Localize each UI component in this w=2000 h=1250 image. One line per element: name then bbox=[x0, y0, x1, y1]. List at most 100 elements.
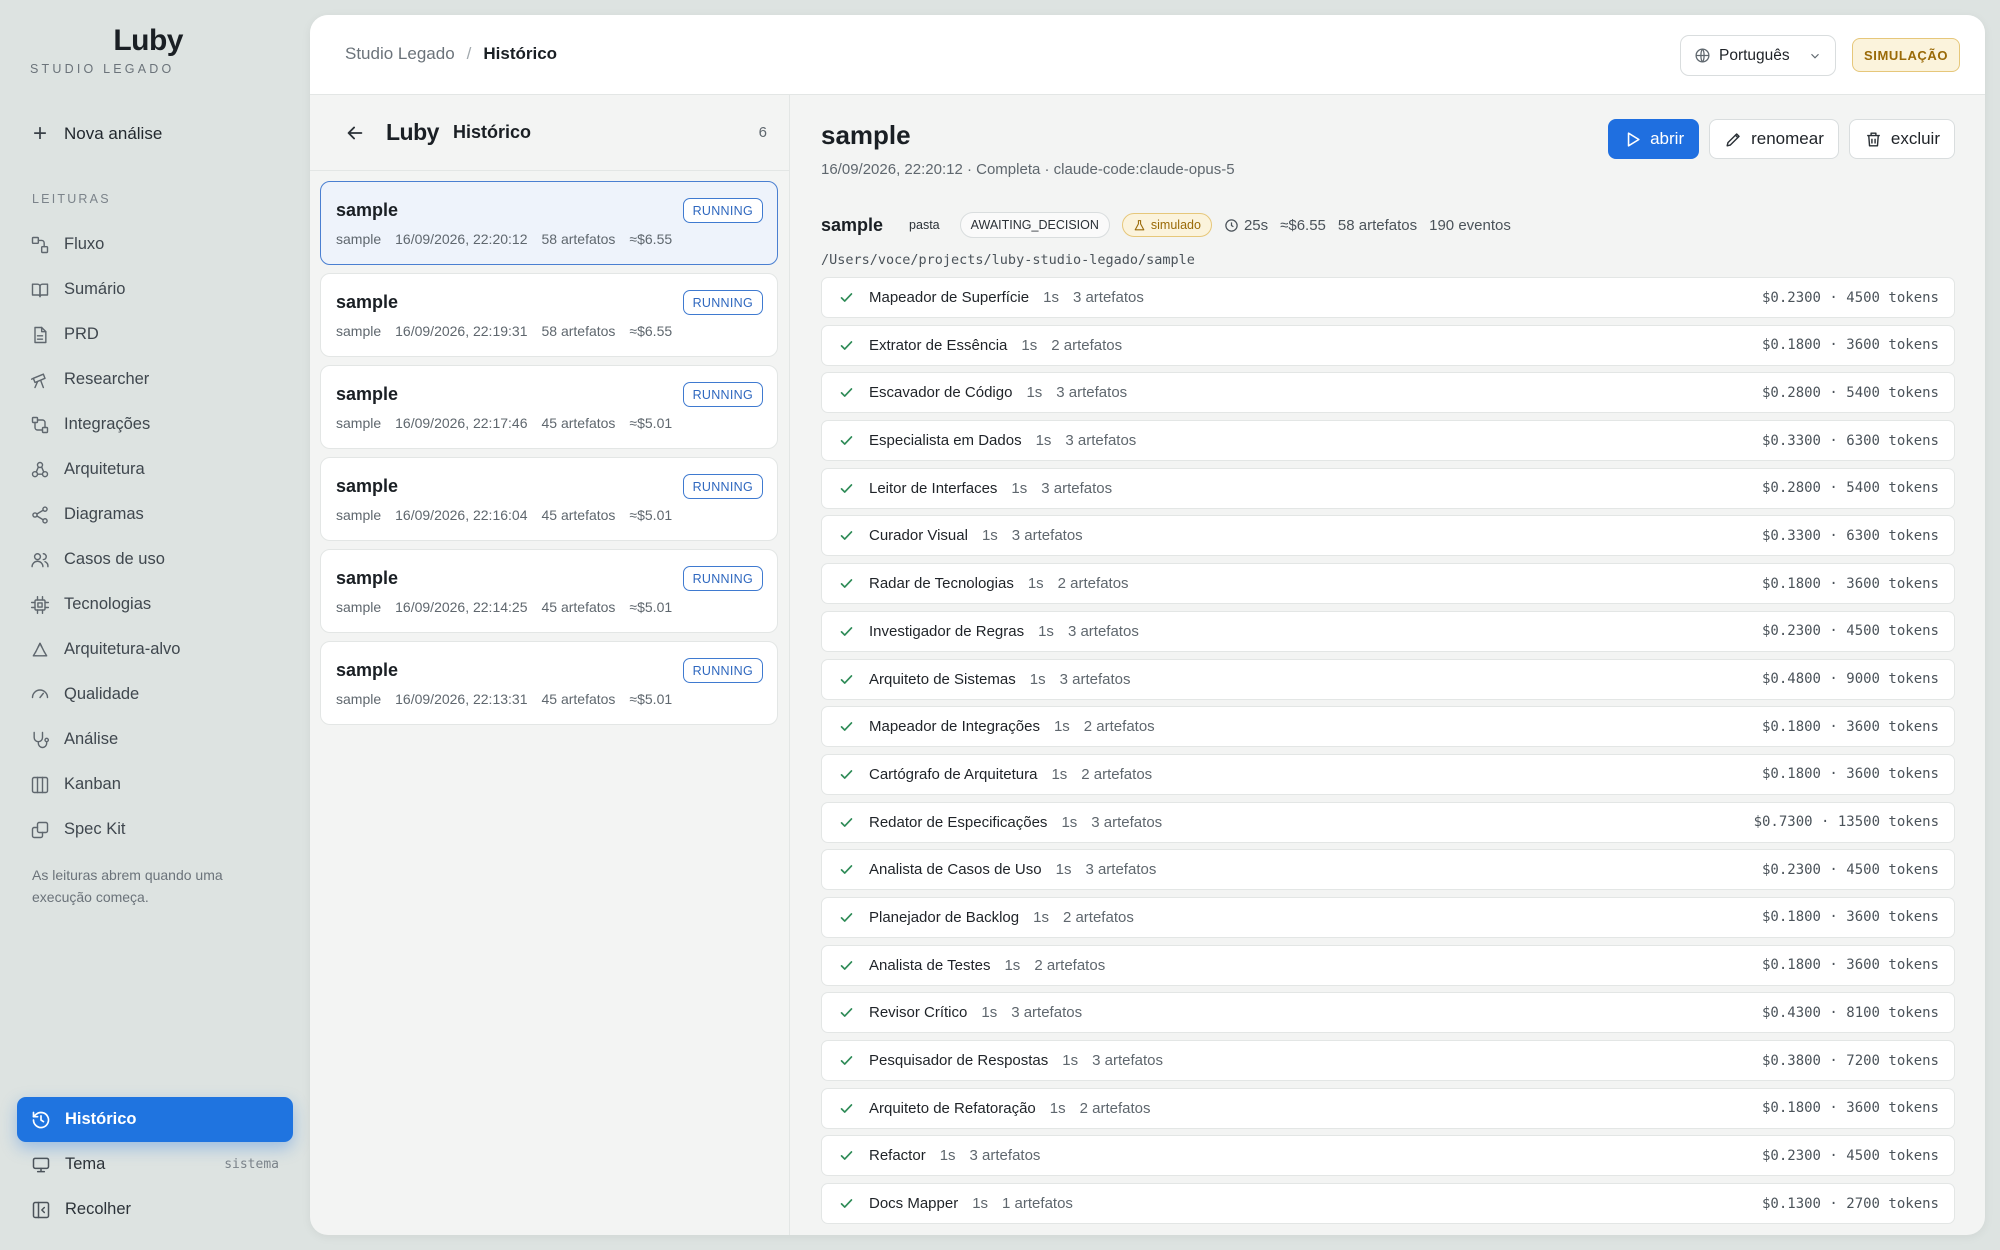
run-cost: ≈$6.55 bbox=[629, 231, 673, 247]
agent-duration: 1s bbox=[1051, 765, 1068, 783]
agent-row[interactable]: Cartógrafo de Arquitetura 1s 2 artefatos… bbox=[821, 753, 1955, 795]
agent-artifacts: 2 artefatos bbox=[1081, 765, 1153, 783]
agent-duration: 1s bbox=[1004, 956, 1021, 974]
luby-logo[interactable]: Luby bbox=[30, 24, 183, 58]
flask-icon bbox=[1134, 219, 1145, 230]
chip-icon bbox=[30, 595, 50, 614]
agent-cost: $0.7300 · 13500 tokens bbox=[1753, 814, 1939, 831]
sidebar-item-history[interactable]: Histórico bbox=[17, 1097, 293, 1142]
agent-row[interactable]: Arquiteto de Refatoração 1s 2 artefatos … bbox=[821, 1087, 1955, 1129]
breadcrumb-root[interactable]: Studio Legado bbox=[345, 44, 455, 64]
check-icon bbox=[840, 817, 853, 827]
agent-cost: $0.1800 · 3600 tokens bbox=[1761, 909, 1939, 926]
sidebar-item-label: Arquitetura bbox=[64, 460, 145, 478]
agent-artifacts: 3 artefatos bbox=[1011, 527, 1083, 545]
agent-artifacts: 3 artefatos bbox=[1041, 479, 1113, 497]
sidebar-item-theme[interactable]: Tema sistema bbox=[17, 1142, 293, 1187]
agent-artifacts: 3 artefatos bbox=[1085, 861, 1157, 879]
sidebar-item-analise[interactable]: Análise bbox=[30, 717, 290, 762]
run-card[interactable]: sample RUNNING sample 16/09/2026, 22:20:… bbox=[320, 181, 778, 265]
sidebar-item-label: Casos de uso bbox=[64, 550, 165, 568]
rename-button[interactable]: renomear bbox=[1709, 119, 1839, 159]
play-icon bbox=[1627, 131, 1640, 147]
agent-row[interactable]: Revisor Crítico 1s 3 artefatos $0.4300 ·… bbox=[821, 992, 1955, 1034]
gauge-icon bbox=[31, 688, 49, 698]
run-detail: sample 16/09/2026, 22:20:12 · Completa ·… bbox=[791, 95, 1985, 1235]
run-card[interactable]: sample RUNNING sample 16/09/2026, 22:17:… bbox=[320, 365, 778, 449]
sidebar-item-fluxo[interactable]: Fluxo bbox=[30, 222, 290, 267]
agent-row[interactable]: Investigador de Regras 1s 3 artefatos $0… bbox=[821, 610, 1955, 652]
agent-duration: 1s bbox=[1021, 336, 1038, 354]
agent-row[interactable]: Pesquisador de Respostas 1s 3 artefatos … bbox=[821, 1040, 1955, 1081]
check-icon bbox=[840, 674, 853, 684]
open-button[interactable]: abrir bbox=[1608, 119, 1700, 159]
agent-artifacts: 3 artefatos bbox=[1092, 1052, 1164, 1069]
agent-cost: $0.2300 · 4500 tokens bbox=[1761, 1147, 1939, 1164]
sidebar-item-label: Tema bbox=[65, 1155, 106, 1173]
agent-row[interactable]: Especialista em Dados 1s 3 artefatos $0.… bbox=[821, 420, 1955, 462]
new-analysis-button[interactable]: + Nova análise bbox=[30, 122, 162, 146]
agent-artifacts: 3 artefatos bbox=[1065, 432, 1137, 450]
sidebar-item-integracoes[interactable]: Integrações bbox=[30, 402, 290, 447]
sidebar-item-label: Qualidade bbox=[64, 685, 140, 703]
agent-cost: $0.1800 · 3600 tokens bbox=[1761, 957, 1939, 974]
agent-row[interactable]: Arquiteto de Sistemas 1s 3 artefatos $0.… bbox=[821, 658, 1955, 700]
sidebar-item-prd[interactable]: PRD bbox=[30, 312, 290, 357]
sidebar-item-label: Integrações bbox=[64, 415, 151, 433]
agent-duration: 1s bbox=[1049, 1099, 1066, 1117]
agent-row[interactable]: Radar de Tecnologias 1s 2 artefatos $0.1… bbox=[821, 563, 1955, 605]
sidebar-item-label: Spec Kit bbox=[64, 820, 126, 838]
agent-name: Escavador de Código bbox=[869, 384, 1013, 402]
agent-row[interactable]: Extrator de Essência 1s 2 artefatos $0.1… bbox=[821, 324, 1955, 366]
sidebar-item-arquitetura-alvo[interactable]: Arquitetura-alvo bbox=[30, 627, 290, 672]
agent-artifacts: 3 artefatos bbox=[1059, 670, 1131, 688]
run-subtitle: 16/09/2026, 22:20:12 · Completa · claude… bbox=[821, 161, 1235, 178]
share-nodes-icon bbox=[32, 505, 48, 524]
agent-row[interactable]: Curador Visual 1s 3 artefatos $0.3300 · … bbox=[821, 515, 1955, 557]
agent-row[interactable]: Leitor de Interfaces 1s 3 artefatos $0.2… bbox=[821, 467, 1955, 509]
agent-row[interactable]: Docs Mapper 1s 1 artefatos $0.1300 · 270… bbox=[821, 1183, 1955, 1225]
sidebar-item-researcher[interactable]: Researcher bbox=[30, 357, 290, 402]
run-actions: abrir renomear excluir bbox=[1608, 119, 1955, 159]
language-select[interactable]: Português bbox=[1680, 35, 1836, 76]
recycle-icon bbox=[32, 642, 48, 657]
run-card[interactable]: sample RUNNING sample 16/09/2026, 22:14:… bbox=[320, 549, 778, 633]
arrow-left-icon[interactable] bbox=[344, 122, 366, 144]
delete-button[interactable]: excluir bbox=[1848, 119, 1955, 159]
sidebar-item-qualidade[interactable]: Qualidade bbox=[30, 672, 290, 717]
sidebar-item-tecnologias[interactable]: Tecnologias bbox=[30, 582, 290, 627]
agent-row[interactable]: Mapeador de Integrações 1s 2 artefatos $… bbox=[821, 706, 1955, 748]
agent-name: Cartógrafo de Arquitetura bbox=[869, 765, 1038, 783]
agent-row[interactable]: Escavador de Código 1s 3 artefatos $0.28… bbox=[821, 372, 1955, 414]
run-meta: sample 16/09/2026, 22:19:31 58 artefatos… bbox=[336, 323, 672, 339]
sidebar-item-kanban[interactable]: Kanban bbox=[30, 762, 290, 807]
run-folder: sample bbox=[336, 415, 382, 431]
agent-row[interactable]: Planejador de Backlog 1s 2 artefatos $0.… bbox=[821, 896, 1955, 938]
agent-duration: 1s bbox=[1026, 384, 1043, 402]
agent-row[interactable]: Mapeador de Superfície 1s 3 artefatos $0… bbox=[821, 277, 1955, 318]
agent-row[interactable]: Redator de Especificações 1s 3 artefatos… bbox=[821, 801, 1955, 843]
sidebar-item-casos-de-uso[interactable]: Casos de uso bbox=[30, 537, 290, 582]
runs-list: sample RUNNING sample 16/09/2026, 22:20:… bbox=[320, 181, 778, 733]
sidebar-item-label: Recolher bbox=[65, 1200, 132, 1218]
sidebar-item-collapse[interactable]: Recolher bbox=[17, 1187, 293, 1232]
sidebar-item-sumario[interactable]: Sumário bbox=[30, 267, 290, 312]
run-card[interactable]: sample RUNNING sample 16/09/2026, 22:16:… bbox=[320, 457, 778, 541]
agent-row[interactable]: Analista de Casos de Uso 1s 3 artefatos … bbox=[821, 849, 1955, 891]
run-card[interactable]: sample RUNNING sample 16/09/2026, 22:13:… bbox=[320, 641, 778, 725]
sidebar-item-arquitetura[interactable]: Arquitetura bbox=[30, 447, 290, 492]
agent-row[interactable]: Refactor 1s 3 artefatos $0.2300 · 4500 t… bbox=[821, 1135, 1955, 1177]
run-date: 16/09/2026, 22:16:04 bbox=[395, 507, 528, 523]
check-icon bbox=[840, 340, 853, 350]
sidebar: Luby STUDIO LEGADO + Nova análise LEITUR… bbox=[0, 0, 310, 1250]
sidebar-item-label: Arquitetura-alvo bbox=[64, 640, 181, 658]
agent-row[interactable]: Analista de Testes 1s 2 artefatos $0.180… bbox=[821, 944, 1955, 986]
sidebar-item-diagramas[interactable]: Diagramas bbox=[30, 492, 290, 537]
stethoscope-icon bbox=[33, 731, 50, 748]
agent-cost: $0.4800 · 9000 tokens bbox=[1761, 671, 1939, 687]
agent-cost: $0.3300 · 6300 tokens bbox=[1761, 432, 1939, 449]
run-card[interactable]: sample RUNNING sample 16/09/2026, 22:19:… bbox=[320, 273, 778, 357]
run-meta: sample 16/09/2026, 22:16:04 45 artefatos… bbox=[336, 507, 672, 523]
sidebar-item-spec-kit[interactable]: Spec Kit bbox=[30, 807, 290, 852]
agent-cost: $0.2800 · 5400 tokens bbox=[1761, 480, 1939, 497]
